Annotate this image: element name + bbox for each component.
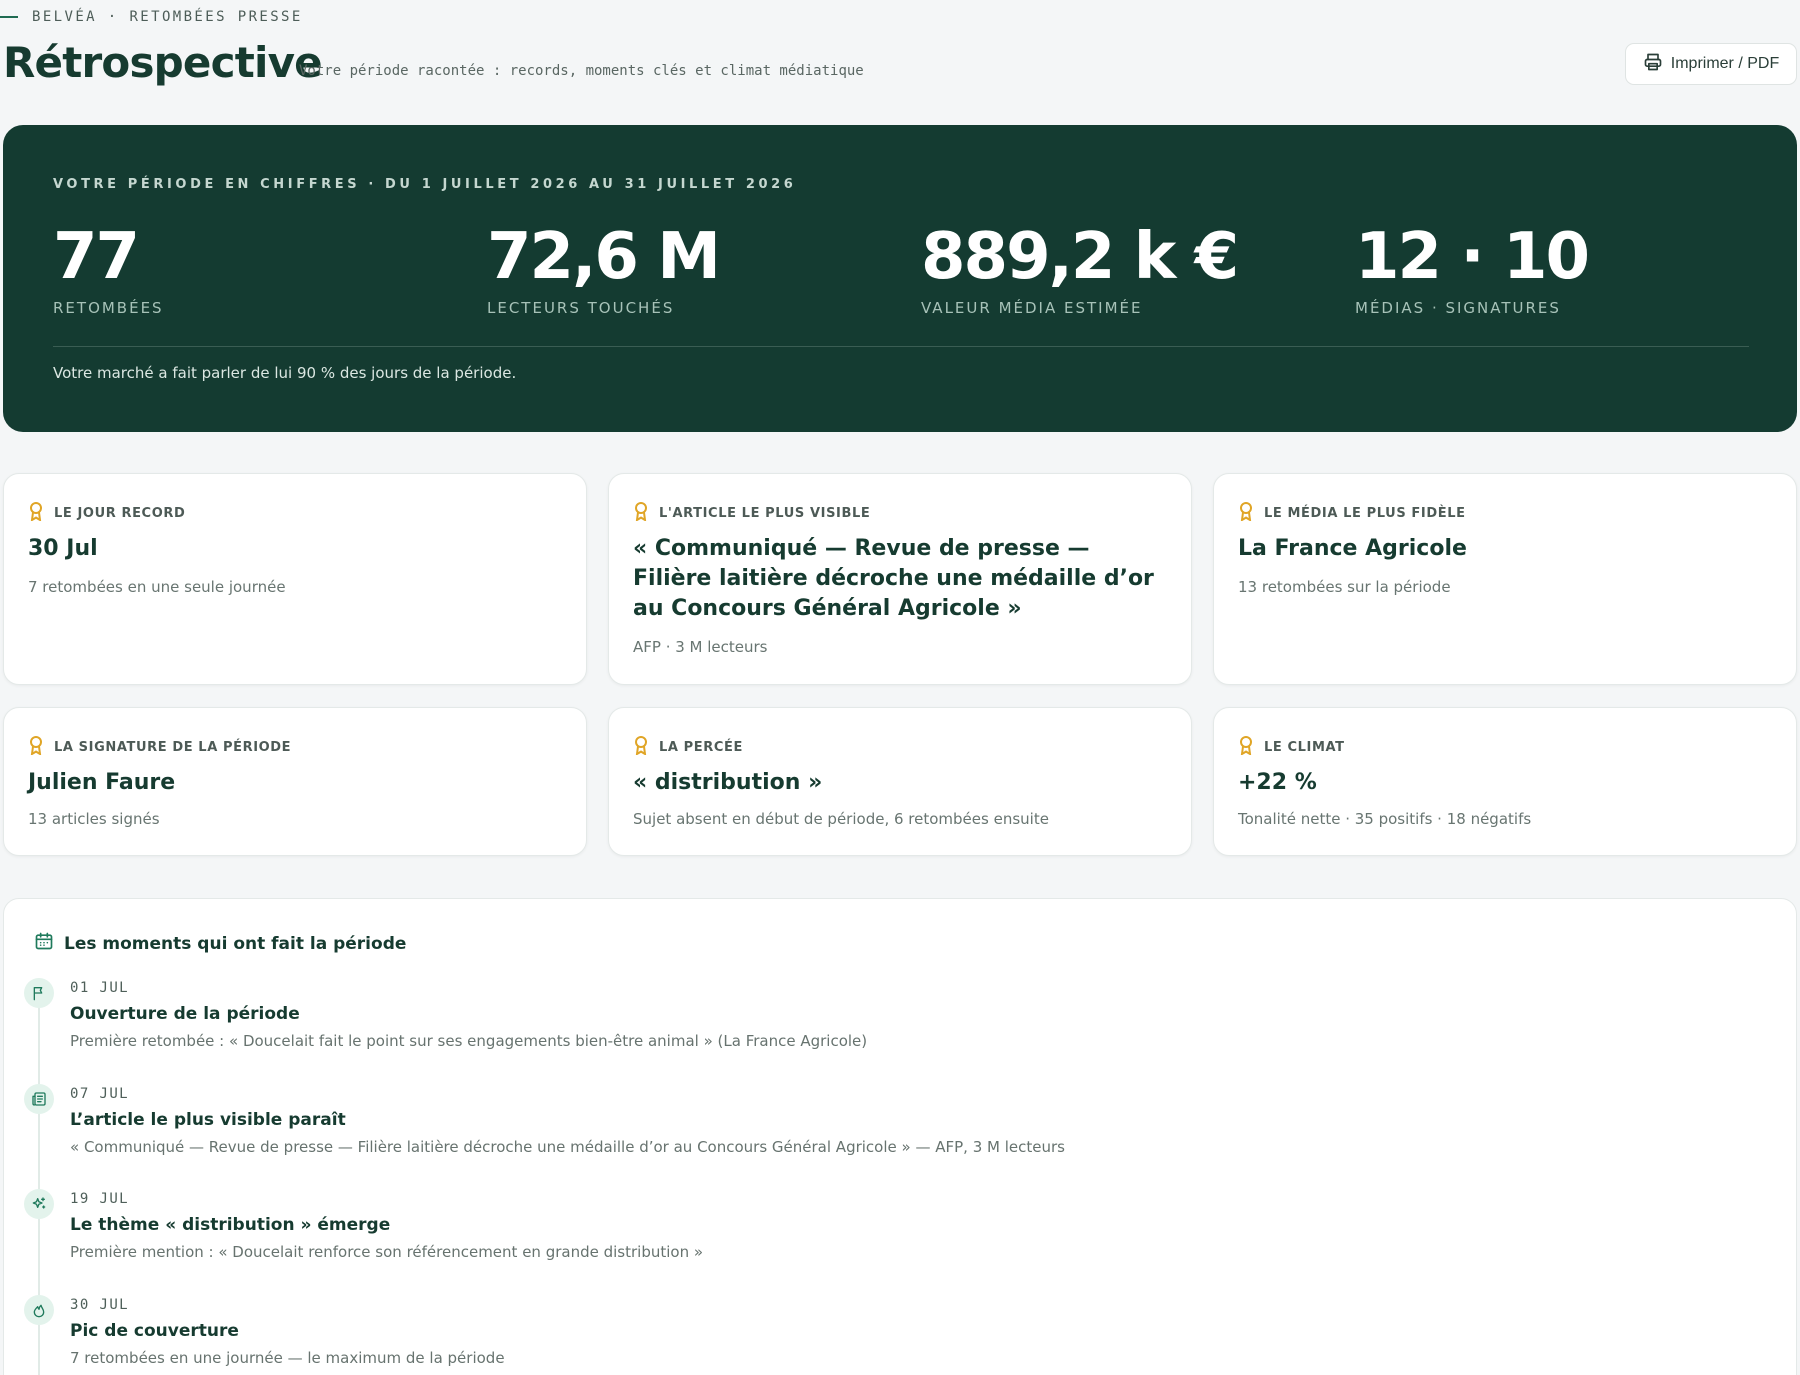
card-label-text: LA PERCÉE xyxy=(659,739,743,755)
summary-hero: VOTRE PÉRIODE EN CHIFFRES · DU 1 JUILLET… xyxy=(3,125,1797,432)
timeline-title: Le thème « distribution » émerge xyxy=(70,1215,391,1235)
stat-label: LECTEURS TOUCHÉS xyxy=(487,298,675,317)
card-jour-record: LE JOUR RECORD 30 Jul 7 retombées en une… xyxy=(3,473,587,685)
card-value: 30 Jul xyxy=(28,536,98,561)
timeline-desc: Première retombée : « Doucelait fait le … xyxy=(70,1032,868,1050)
card-label: LE JOUR RECORD xyxy=(28,501,185,525)
page-subtitle: Votre période racontée : records, moment… xyxy=(299,63,864,79)
moments-title-text: Les moments qui ont fait la période xyxy=(64,933,407,954)
timeline-title: Ouverture de la période xyxy=(70,1004,300,1024)
calendar-icon xyxy=(34,931,54,956)
eyebrow-dash xyxy=(0,16,18,18)
sparkles-icon xyxy=(24,1189,54,1219)
stat-label: VALEUR MÉDIA ESTIMÉE xyxy=(921,298,1143,317)
flag-icon xyxy=(24,978,54,1008)
card-label: LE CLIMAT xyxy=(1238,735,1345,759)
timeline-title: L’article le plus visible paraît xyxy=(70,1110,346,1130)
card-article-visible: L'ARTICLE LE PLUS VISIBLE « Communiqué —… xyxy=(608,473,1192,685)
eyebrow-text: BELVÉA · RETOMBÉES PRESSE xyxy=(32,9,303,25)
stat-value: 12 · 10 xyxy=(1355,220,1590,294)
printer-icon xyxy=(1643,52,1663,77)
print-button-label: Imprimer / PDF xyxy=(1670,55,1780,72)
stat-retombees: 77 RETOMBÉES xyxy=(53,220,164,317)
timeline-date: 01 JUL xyxy=(70,980,129,996)
hero-note: Votre marché a fait parler de lui 90 % d… xyxy=(53,364,517,382)
card-sub: Sujet absent en début de période, 6 reto… xyxy=(633,810,1049,828)
timeline-desc: Première mention : « Doucelait renforce … xyxy=(70,1243,704,1261)
award-icon xyxy=(28,735,44,759)
award-icon xyxy=(633,735,649,759)
page-title: Rétrospective xyxy=(3,38,323,87)
moments-panel: Les moments qui ont fait la période 01 J… xyxy=(3,898,1797,1375)
timeline-date: 07 JUL xyxy=(70,1086,129,1102)
award-icon xyxy=(1238,735,1254,759)
award-icon xyxy=(28,501,44,525)
timeline-date: 19 JUL xyxy=(70,1191,129,1207)
card-sub: AFP · 3 M lecteurs xyxy=(633,638,768,656)
newspaper-icon xyxy=(24,1084,54,1114)
eyebrow: BELVÉA · RETOMBÉES PRESSE xyxy=(0,9,303,25)
card-label: LA SIGNATURE DE LA PÉRIODE xyxy=(28,735,291,759)
card-media-fidele: LE MÉDIA LE PLUS FIDÈLE La France Agrico… xyxy=(1213,473,1797,685)
card-sub: 13 articles signés xyxy=(28,810,160,828)
stat-value: 72,6 M xyxy=(487,220,721,294)
award-icon xyxy=(633,501,649,525)
card-value: La France Agricole xyxy=(1238,536,1467,561)
print-button[interactable]: Imprimer / PDF xyxy=(1625,43,1797,85)
card-label: LA PERCÉE xyxy=(633,735,743,759)
card-percee: LA PERCÉE « distribution » Sujet absent … xyxy=(608,707,1192,856)
card-signature: LA SIGNATURE DE LA PÉRIODE Julien Faure … xyxy=(3,707,587,856)
stat-label: MÉDIAS · SIGNATURES xyxy=(1355,298,1561,317)
stat-value: 889,2 k € xyxy=(921,220,1239,294)
stat-lecteurs: 72,6 M LECTEURS TOUCHÉS xyxy=(487,220,721,317)
card-sub: Tonalité nette · 35 positifs · 18 négati… xyxy=(1238,810,1532,828)
card-label-text: LE MÉDIA LE PLUS FIDÈLE xyxy=(1264,505,1466,521)
card-sub: 13 retombées sur la période xyxy=(1238,578,1451,596)
timeline-date: 30 JUL xyxy=(70,1297,129,1313)
stat-label: RETOMBÉES xyxy=(53,298,164,317)
stat-medias-signatures: 12 · 10 MÉDIAS · SIGNATURES xyxy=(1355,220,1590,317)
hero-eyebrow: VOTRE PÉRIODE EN CHIFFRES · DU 1 JUILLET… xyxy=(53,177,797,192)
stat-value: 77 xyxy=(53,220,140,294)
award-icon xyxy=(1238,501,1254,525)
stat-valeur-media: 889,2 k € VALEUR MÉDIA ESTIMÉE xyxy=(921,220,1239,317)
card-sub: 7 retombées en une seule journée xyxy=(28,578,286,596)
card-label: LE MÉDIA LE PLUS FIDÈLE xyxy=(1238,501,1466,525)
card-label-text: LA SIGNATURE DE LA PÉRIODE xyxy=(54,739,292,755)
card-value: « distribution » xyxy=(633,770,823,795)
card-label-text: LE JOUR RECORD xyxy=(54,505,186,521)
card-label: L'ARTICLE LE PLUS VISIBLE xyxy=(633,501,870,525)
card-climat: LE CLIMAT +22 % Tonalité nette · 35 posi… xyxy=(1213,707,1797,856)
moments-title: Les moments qui ont fait la période xyxy=(34,931,406,956)
card-label-text: L'ARTICLE LE PLUS VISIBLE xyxy=(659,505,871,521)
timeline-desc: « Communiqué — Revue de presse — Filière… xyxy=(70,1138,1065,1156)
card-value: +22 % xyxy=(1238,770,1317,795)
card-label-text: LE CLIMAT xyxy=(1264,739,1345,755)
flame-icon xyxy=(24,1295,54,1325)
hero-divider xyxy=(53,346,1749,347)
timeline-title: Pic de couverture xyxy=(70,1321,239,1341)
card-value: « Communiqué — Revue de presse — Filière… xyxy=(633,536,1154,621)
timeline-desc: 7 retombées en une journée — le maximum … xyxy=(70,1349,505,1367)
card-value: Julien Faure xyxy=(28,770,176,795)
